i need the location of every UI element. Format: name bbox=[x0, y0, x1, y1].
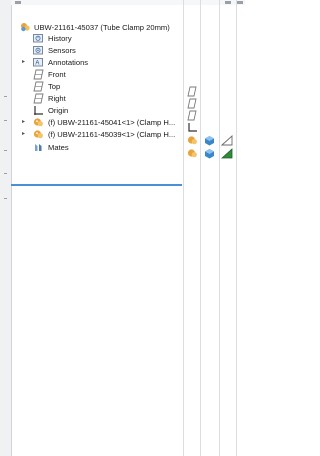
history-folder-icon bbox=[33, 33, 44, 44]
display-state-icon[interactable] bbox=[221, 135, 233, 146]
sensors-label: Sensors bbox=[48, 45, 76, 55]
history-label: History bbox=[48, 33, 72, 43]
plane-icon bbox=[33, 81, 44, 92]
header-dash bbox=[225, 1, 231, 4]
sensors-folder-icon bbox=[33, 45, 44, 56]
part-icon bbox=[187, 135, 198, 146]
strip-mark bbox=[4, 120, 7, 121]
column-divider bbox=[183, 0, 184, 456]
front-plane-label: Front bbox=[48, 69, 66, 79]
top-plane-label: Top bbox=[48, 81, 61, 91]
root-label: UBW-21161-45037 (Tube Clamp 20mm) bbox=[34, 22, 170, 32]
plane-icon bbox=[187, 98, 197, 109]
origin-label: Origin bbox=[48, 105, 69, 115]
column-divider bbox=[236, 0, 237, 456]
header-dash bbox=[15, 1, 21, 4]
strip-mark bbox=[4, 96, 7, 97]
part-icon bbox=[33, 129, 44, 140]
tree-item-top-plane[interactable]: Top bbox=[33, 80, 60, 92]
origin-icon bbox=[187, 122, 198, 133]
annotations-folder-icon: A bbox=[33, 57, 44, 68]
tree-item-component-2[interactable]: (f) UBW-21161-45039<1> (Clamp H... bbox=[33, 128, 183, 140]
tree-item-history[interactable]: History bbox=[33, 32, 72, 44]
header-dash bbox=[237, 1, 243, 4]
plane-icon bbox=[187, 86, 197, 97]
tree-item-sensors[interactable]: Sensors bbox=[33, 44, 76, 56]
part-icon bbox=[187, 148, 198, 159]
tree-item-annotations[interactable]: A Annotations bbox=[33, 56, 88, 68]
display-state-icon[interactable] bbox=[221, 148, 233, 159]
assembly-icon bbox=[19, 22, 30, 33]
tree-item-mates[interactable]: Mates bbox=[33, 141, 69, 153]
plane-icon bbox=[33, 69, 44, 80]
plane-icon bbox=[187, 110, 197, 121]
strip-mark bbox=[4, 150, 7, 151]
column-divider bbox=[200, 0, 201, 456]
column-divider bbox=[219, 0, 220, 456]
component-2-label: (f) UBW-21161-45039<1> (Clamp H... bbox=[48, 129, 176, 139]
mates-icon bbox=[33, 142, 44, 153]
tree-item-right-plane[interactable]: Right bbox=[33, 92, 66, 104]
svg-text:A: A bbox=[35, 61, 39, 67]
annotations-label: Annotations bbox=[48, 57, 89, 67]
right-plane-label: Right bbox=[48, 93, 66, 103]
expand-component-1-arrow[interactable]: ▸ bbox=[22, 116, 25, 128]
tree-item-front-plane[interactable]: Front bbox=[33, 68, 66, 80]
tree-item-component-1[interactable]: (f) UBW-21161-45041<1> (Clamp H... bbox=[33, 116, 183, 128]
part-icon bbox=[33, 117, 44, 128]
strip-mark bbox=[4, 173, 7, 174]
left-panel-strip bbox=[0, 0, 12, 456]
strip-mark bbox=[4, 198, 7, 199]
expand-component-2-arrow[interactable]: ▸ bbox=[22, 128, 25, 140]
selection-separator-line bbox=[11, 184, 182, 186]
component-config-icon[interactable] bbox=[204, 148, 215, 159]
expand-annotations-arrow[interactable]: ▸ bbox=[22, 56, 25, 68]
origin-icon bbox=[33, 105, 44, 116]
component-config-icon[interactable] bbox=[204, 135, 215, 146]
mates-label: Mates bbox=[48, 142, 69, 152]
tree-item-origin[interactable]: Origin bbox=[33, 104, 68, 116]
tree-header-bar bbox=[11, 0, 245, 5]
plane-icon bbox=[33, 93, 44, 104]
component-1-label: (f) UBW-21161-45041<1> (Clamp H... bbox=[48, 117, 176, 127]
